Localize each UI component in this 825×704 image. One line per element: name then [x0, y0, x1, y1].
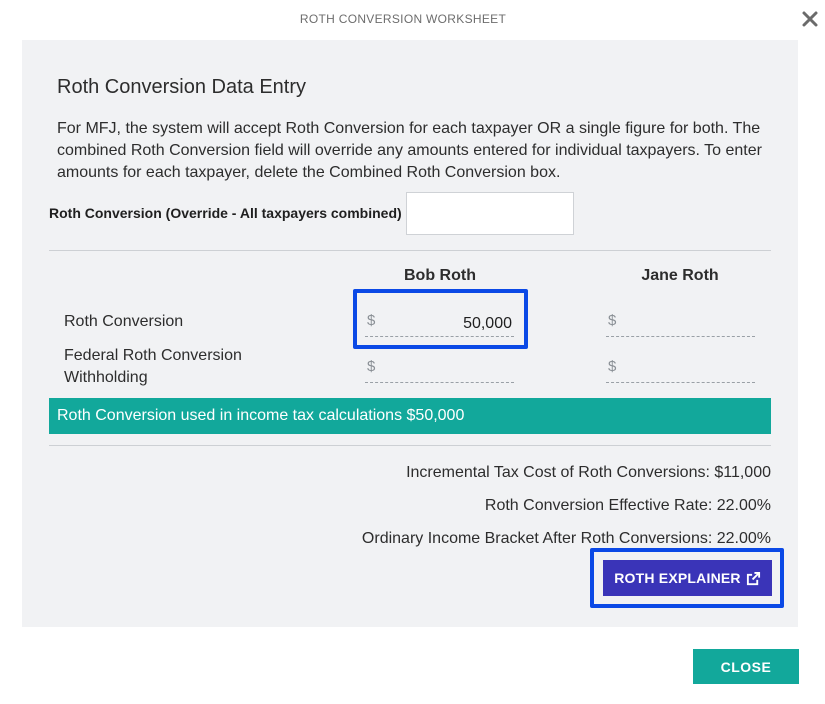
ordinary-income-bracket: Ordinary Income Bracket After Roth Conve… [361, 530, 771, 547]
roth-explainer-label: ROTH EXPLAINER [614, 570, 741, 586]
currency-symbol: $ [367, 312, 376, 329]
column-header-jane: Jane Roth [641, 267, 719, 284]
incremental-tax-cost: Incremental Tax Cost of Roth Conversions… [406, 464, 771, 481]
section-heading: Roth Conversion Data Entry [57, 76, 307, 98]
currency-symbol: $ [608, 312, 617, 329]
currency-symbol: $ [367, 358, 376, 375]
currency-symbol: $ [608, 358, 617, 375]
override-input[interactable] [406, 192, 574, 235]
withholding-label-line1: Federal Roth Conversion [64, 347, 242, 364]
modal-title: ROTH CONVERSION WORKSHEET [299, 12, 507, 26]
bob-roth-conversion-input[interactable]: $ 50,000 [365, 311, 514, 337]
divider-bottom [49, 445, 771, 446]
withholding-label: Federal Roth Conversion Withholding [64, 345, 242, 389]
close-x-icon[interactable] [797, 6, 823, 32]
bob-withholding-input[interactable]: $ [365, 357, 514, 383]
withholding-label-line2: Withholding [64, 369, 148, 386]
jane-withholding-input[interactable]: $ [606, 357, 755, 383]
override-label: Roth Conversion (Override - All taxpayer… [49, 205, 402, 221]
divider-top [49, 250, 771, 251]
external-link-icon [746, 571, 760, 585]
roth-conversion-label: Roth Conversion [64, 313, 184, 330]
roth-explainer-button[interactable]: ROTH EXPLAINER [603, 560, 772, 596]
roth-conversion-banner: Roth Conversion used in income tax calcu… [49, 398, 771, 434]
bob-roth-conversion-value: 50,000 [463, 315, 512, 332]
jane-roth-conversion-input[interactable]: $ [606, 311, 755, 337]
section-description: For MFJ, the system will accept Roth Con… [57, 120, 762, 181]
close-button[interactable]: CLOSE [693, 649, 799, 684]
close-x-glyph [802, 11, 818, 27]
column-header-bob: Bob Roth [404, 267, 476, 284]
worksheet-panel: Roth Conversion Data Entry For MFJ, the … [22, 40, 798, 627]
effective-rate: Roth Conversion Effective Rate: 22.00% [484, 497, 771, 514]
